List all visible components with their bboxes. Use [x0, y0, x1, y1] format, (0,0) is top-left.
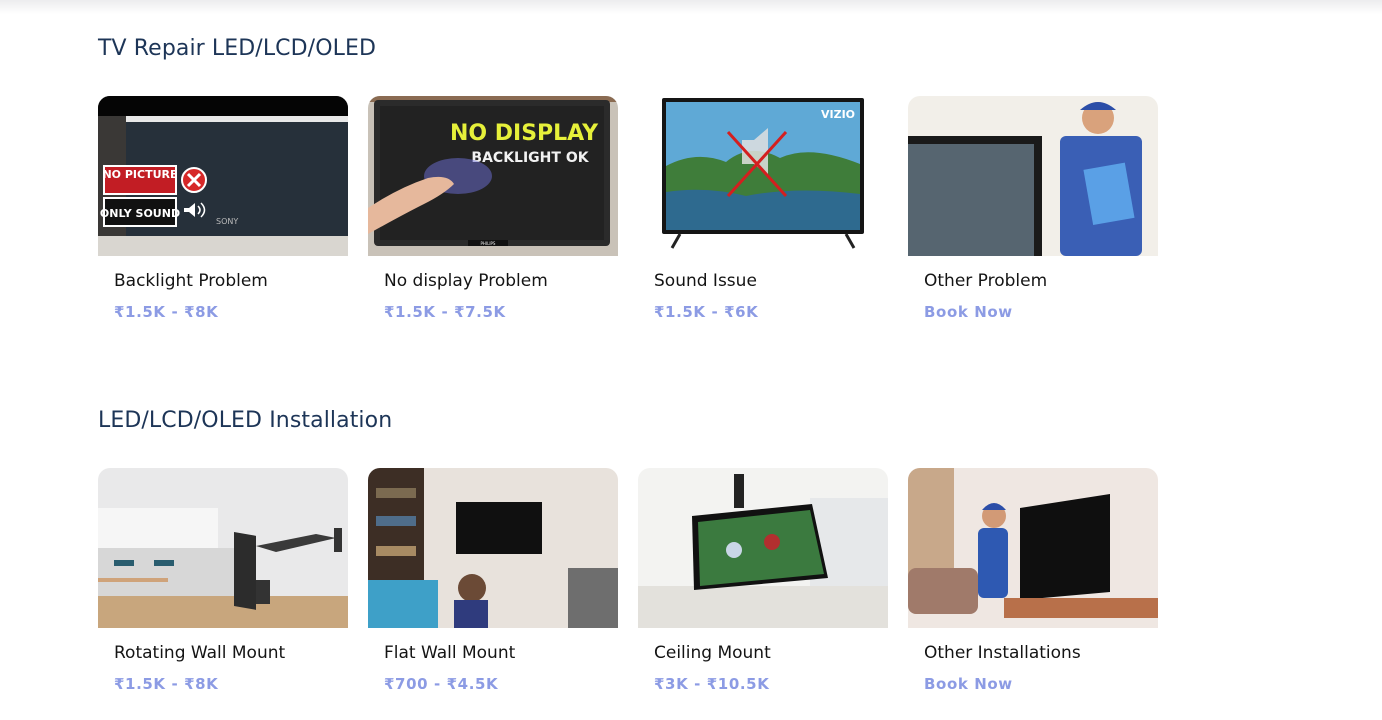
card-price: ₹1.5K - ₹7.5K	[384, 303, 506, 321]
section-title: TV Repair LED/LCD/OLED	[98, 36, 377, 61]
card-title: Backlight Problem	[114, 271, 268, 291]
rotating-mount-icon	[98, 468, 348, 628]
installer-icon	[908, 468, 1158, 628]
service-card-other-installations[interactable]: Other Installations Book Now	[908, 468, 1158, 708]
section-tv-repair: TV Repair LED/LCD/OLED NO PICTURE ONLY S…	[98, 34, 1198, 321]
brand-label: SONY	[216, 217, 238, 226]
book-now-link[interactable]: Book Now	[924, 675, 1013, 693]
tv-no-picture-icon: NO PICTURE ONLY SOUND SONY	[98, 96, 348, 256]
card-title: Rotating Wall Mount	[114, 643, 286, 663]
top-shadow	[0, 0, 1382, 14]
service-card-no-display[interactable]: NO DISPLAY BACKLIGHT OK PHILIPS No displ…	[368, 96, 618, 336]
badge-only-sound: ONLY SOUND	[100, 207, 180, 220]
card-title: Other Installations	[924, 643, 1081, 663]
ceiling-mount-icon	[638, 468, 888, 628]
section-title: LED/LCD/OLED Installation	[98, 408, 393, 433]
service-card-backlight-problem[interactable]: NO PICTURE ONLY SOUND SONY Backlight Pro…	[98, 96, 348, 336]
no-display-text: NO DISPLAY	[450, 121, 599, 146]
card-title: Other Problem	[924, 271, 1048, 291]
service-card-sound-issue[interactable]: VIZIO Sound Issue ₹1.5K - ₹6K	[638, 96, 888, 336]
tv-no-display-icon: NO DISPLAY BACKLIGHT OK PHILIPS	[368, 96, 618, 256]
brand-label: PHILIPS	[481, 241, 496, 246]
book-now-link[interactable]: Book Now	[924, 303, 1013, 321]
section-installation: LED/LCD/OLED Installation Rotating Wall …	[98, 406, 1198, 693]
service-card-ceiling-mount[interactable]: Ceiling Mount ₹3K - ₹10.5K	[638, 468, 888, 708]
card-title: Ceiling Mount	[654, 643, 771, 663]
tv-muted-icon: VIZIO	[638, 96, 888, 256]
service-card-other-problem[interactable]: Other Problem Book Now	[908, 96, 1158, 336]
backlight-ok-text: BACKLIGHT OK	[471, 150, 589, 166]
card-price: ₹1.5K - ₹6K	[654, 303, 759, 321]
technician-icon	[908, 96, 1158, 256]
card-price: ₹1.5K - ₹8K	[114, 303, 219, 321]
flat-mount-icon	[368, 468, 618, 628]
card-grid: Rotating Wall Mount ₹1.5K - ₹8K Flat Wal…	[98, 468, 1198, 708]
card-title: No display Problem	[384, 271, 548, 291]
card-title: Flat Wall Mount	[384, 643, 516, 663]
card-price: ₹3K - ₹10.5K	[654, 675, 770, 693]
card-price: ₹700 - ₹4.5K	[384, 675, 499, 693]
service-card-flat-wall-mount[interactable]: Flat Wall Mount ₹700 - ₹4.5K	[368, 468, 618, 708]
brand-label: VIZIO	[821, 108, 855, 121]
card-grid: NO PICTURE ONLY SOUND SONY Backlight Pro…	[98, 96, 1198, 336]
card-title: Sound Issue	[654, 271, 757, 291]
service-card-rotating-wall-mount[interactable]: Rotating Wall Mount ₹1.5K - ₹8K	[98, 468, 348, 708]
card-price: ₹1.5K - ₹8K	[114, 675, 219, 693]
badge-no: NO PICTURE	[102, 168, 177, 181]
